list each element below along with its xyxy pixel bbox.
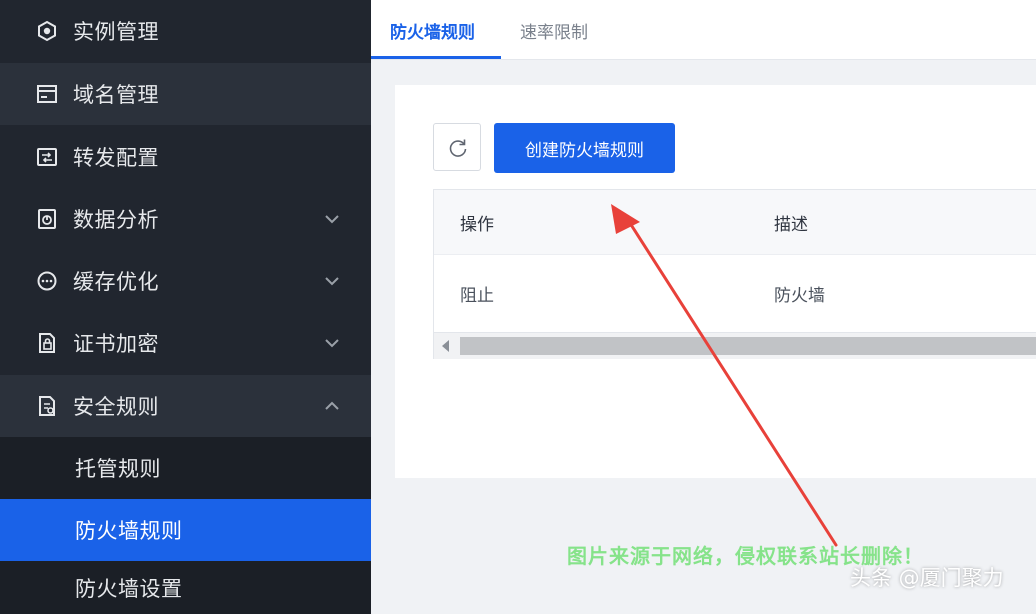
brand-watermark: 头条 @厦门聚力 [850, 566, 1004, 590]
sidebar-item-analytics[interactable]: 数据分析 [0, 188, 371, 250]
security-rule-icon [39, 396, 55, 416]
instance-icon [38, 20, 56, 42]
sidebar-item-label: 安全规则 [73, 395, 159, 419]
tab-bar: 防火墙规则 速率限制 [371, 0, 1036, 60]
domain-icon [37, 85, 57, 103]
refresh-icon [449, 139, 467, 157]
certificate-icon [39, 333, 55, 353]
sidebar-item-label: 数据分析 [73, 208, 159, 232]
firewall-rules-table: 操作 描述 阻止 防火墙 [433, 189, 1036, 359]
sidebar-subitem-label: 托管规则 [75, 457, 161, 481]
scroll-left-arrow-icon[interactable] [442, 340, 449, 352]
chevron-down-icon [325, 339, 339, 348]
column-header-action: 操作 [460, 215, 494, 235]
sidebar-item-forward[interactable]: 转发配置 [0, 126, 371, 188]
table-header: 操作 描述 [434, 190, 1036, 254]
scrollbar-thumb[interactable] [460, 337, 1036, 355]
tab-rate-limit[interactable]: 速率限制 [520, 18, 588, 43]
analytics-icon [38, 209, 56, 229]
chevron-down-icon [325, 277, 339, 286]
sidebar-item-cache[interactable]: 缓存优化 [0, 250, 371, 312]
chevron-up-icon [325, 401, 339, 410]
chevron-down-icon [325, 215, 339, 224]
sidebar: 实例管理 域名管理 转发配置 数据分析 缓存优化 证书加密 安全规则 托管规则 … [0, 0, 371, 614]
main-panel: 防火墙规则 速率限制 创建防火墙规则 操作 描述 阻止 防火墙 [371, 0, 1036, 614]
sidebar-item-instance[interactable]: 实例管理 [0, 0, 371, 62]
refresh-button[interactable] [433, 123, 481, 171]
sidebar-item-label: 域名管理 [73, 83, 159, 107]
sidebar-item-label: 证书加密 [73, 332, 159, 356]
sidebar-subitem-label: 防火墙规则 [75, 519, 183, 543]
sidebar-item-label: 缓存优化 [73, 270, 159, 294]
sidebar-subitem-managed-rules[interactable]: 托管规则 [0, 437, 371, 499]
cell-action: 阻止 [460, 286, 494, 306]
forward-icon [37, 148, 57, 166]
sidebar-item-certificate[interactable]: 证书加密 [0, 312, 371, 374]
table-row[interactable]: 阻止 防火墙 [434, 254, 1036, 333]
create-firewall-rule-button[interactable]: 创建防火墙规则 [494, 123, 675, 173]
content-card: 创建防火墙规则 操作 描述 阻止 防火墙 [395, 85, 1036, 478]
horizontal-scrollbar[interactable] [434, 332, 1036, 359]
sidebar-item-label: 实例管理 [73, 20, 159, 44]
sidebar-subitem-label: 防火墙设置 [75, 576, 183, 601]
sidebar-item-domain[interactable]: 域名管理 [0, 63, 371, 125]
sidebar-subitem-firewall-rules[interactable]: 防火墙规则 [0, 499, 371, 561]
column-header-description: 描述 [774, 215, 808, 235]
cache-icon [37, 271, 57, 291]
sidebar-item-label: 转发配置 [73, 146, 159, 170]
cell-description: 防火墙 [774, 286, 825, 306]
sidebar-item-security-rules[interactable]: 安全规则 [0, 375, 371, 437]
sidebar-subitem-firewall-settings[interactable]: 防火墙设置 [0, 561, 371, 614]
active-tab-indicator [371, 56, 501, 59]
tab-firewall-rules[interactable]: 防火墙规则 [390, 18, 475, 43]
